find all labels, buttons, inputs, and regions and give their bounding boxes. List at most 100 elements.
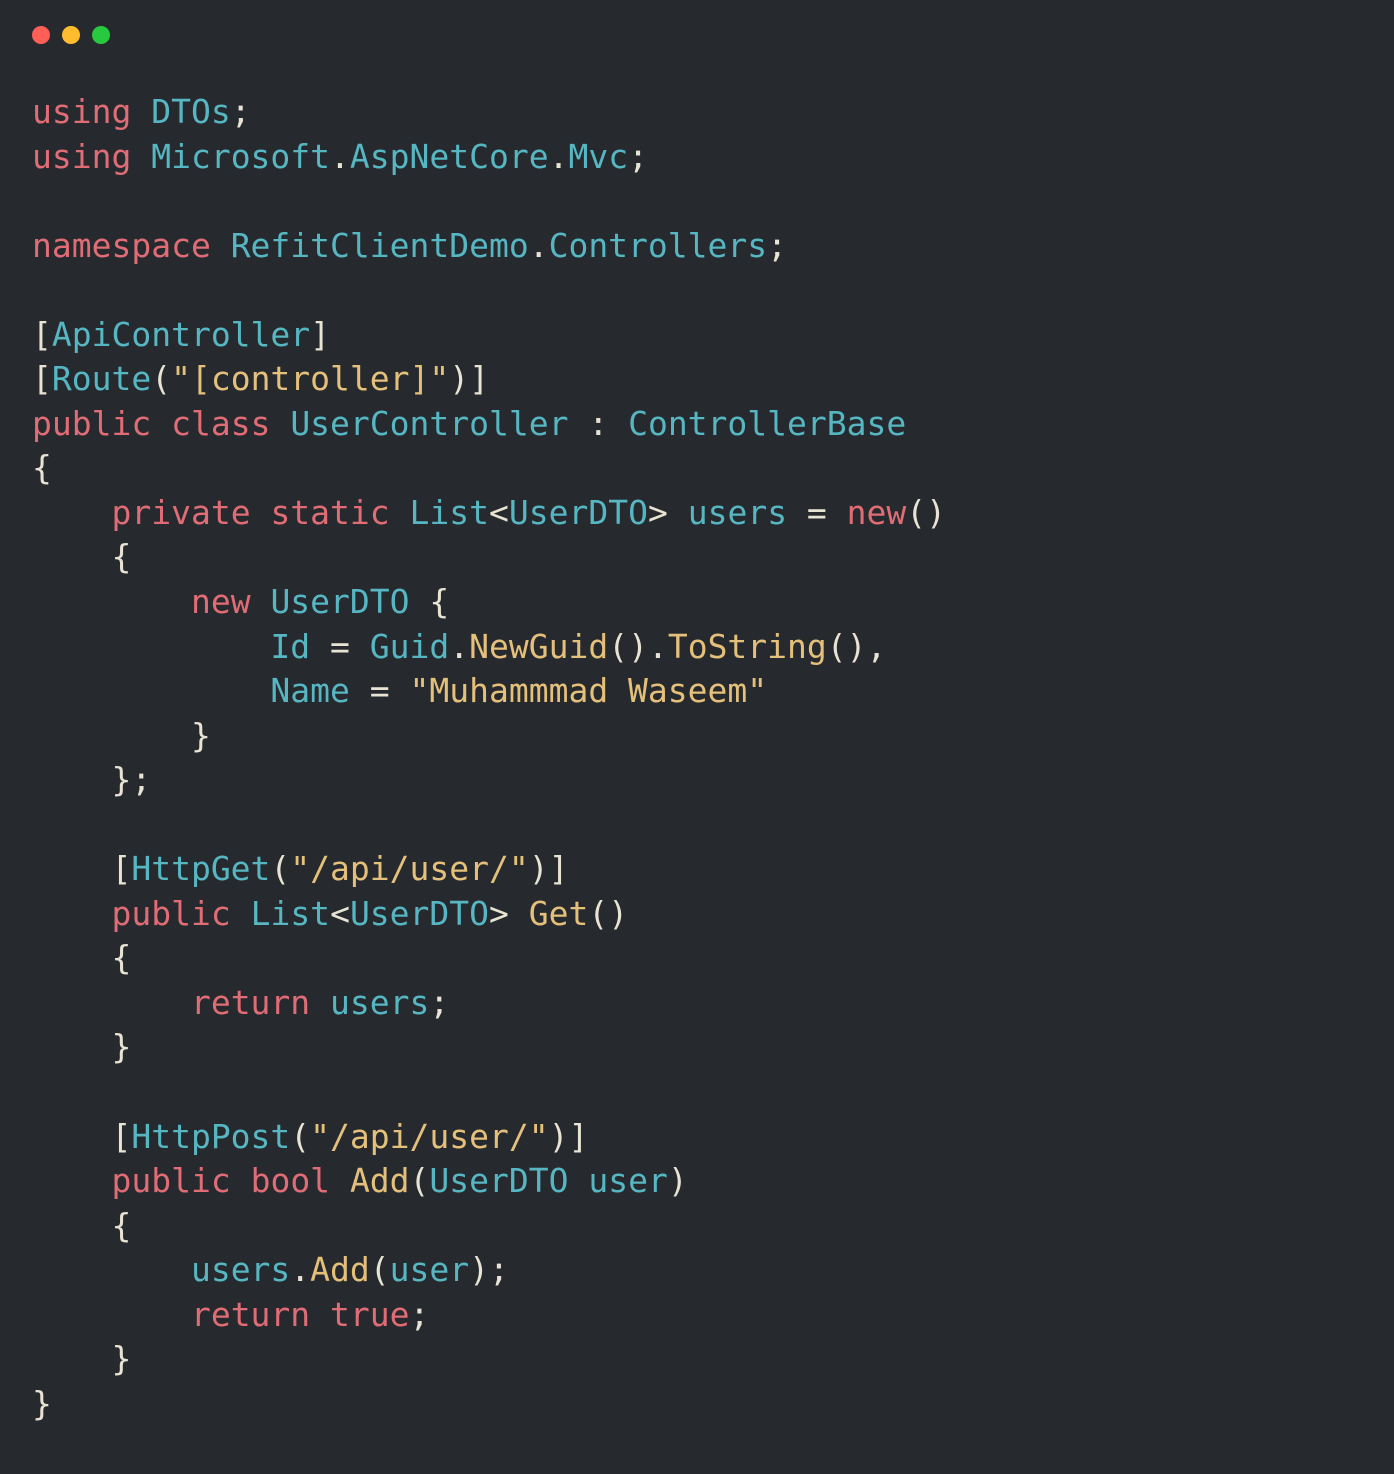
code-token: UserDTO [270, 582, 409, 621]
code-token [151, 404, 171, 443]
code-line: } [32, 714, 1362, 759]
code-token: = [787, 493, 847, 532]
code-line: using Microsoft.AspNetCore.Mvc; [32, 135, 1362, 180]
code-token [251, 582, 271, 621]
code-line: { [32, 1204, 1362, 1249]
code-token: { [410, 582, 450, 621]
code-token [211, 226, 231, 265]
minimize-icon[interactable] [62, 26, 80, 44]
code-token: } [32, 1339, 131, 1378]
code-line: { [32, 936, 1362, 981]
code-token: ControllerBase [628, 404, 906, 443]
code-token [569, 1161, 589, 1200]
code-token: DTOs [151, 92, 230, 131]
code-token [32, 1250, 191, 1289]
code-token: Add [310, 1250, 370, 1289]
code-token [32, 983, 191, 1022]
code-token [32, 627, 270, 666]
code-token: )] [449, 359, 489, 398]
code-line: [HttpGet("/api/user/")] [32, 847, 1362, 892]
code-token: HttpPost [131, 1117, 290, 1156]
code-token: Name [270, 671, 349, 710]
code-token: new [191, 582, 251, 621]
code-token: } [32, 1027, 131, 1066]
code-line: public class UserController : Controller… [32, 402, 1362, 447]
code-token: = [310, 627, 370, 666]
code-token: List [410, 493, 489, 532]
code-token: ; [628, 137, 648, 176]
code-token: AspNetCore [350, 137, 549, 176]
code-token: users [191, 1250, 290, 1289]
code-token: user [390, 1250, 469, 1289]
code-token [310, 983, 330, 1022]
code-token: UserDTO [350, 894, 489, 933]
code-line: Id = Guid.NewGuid().ToString(), [32, 625, 1362, 670]
window-titlebar [0, 0, 1394, 60]
code-token: ; [410, 1295, 430, 1334]
code-token [32, 1295, 191, 1334]
code-token: [ [32, 315, 52, 354]
code-token: () [588, 894, 628, 933]
code-token: = [350, 671, 410, 710]
code-token: ( [370, 1250, 390, 1289]
code-token: ] [310, 315, 330, 354]
code-token: ) [668, 1161, 688, 1200]
code-token: { [32, 1206, 131, 1245]
code-line: [Route("[controller]")] [32, 357, 1362, 402]
code-token: ; [767, 226, 787, 265]
code-token [131, 137, 151, 176]
code-line: public bool Add(UserDTO user) [32, 1159, 1362, 1204]
code-line [32, 268, 1362, 313]
code-token: using [32, 92, 131, 131]
code-token: Get [529, 894, 589, 933]
code-token [390, 493, 410, 532]
code-line: using DTOs; [32, 90, 1362, 135]
code-token: Id [270, 627, 310, 666]
code-token: UserDTO [429, 1161, 568, 1200]
code-token: users [330, 983, 429, 1022]
code-line: { [32, 446, 1362, 491]
code-token [251, 493, 271, 532]
code-token: UserController [290, 404, 568, 443]
code-token: [ [32, 849, 131, 888]
code-token: user [588, 1161, 667, 1200]
code-token: (). [608, 627, 668, 666]
code-token: { [32, 537, 131, 576]
code-token: Controllers [549, 226, 768, 265]
code-token [231, 894, 251, 933]
code-token: Guid [370, 627, 449, 666]
maximize-icon[interactable] [92, 26, 110, 44]
code-token [131, 92, 151, 131]
code-token: () [906, 493, 946, 532]
code-token: ( [151, 359, 171, 398]
code-token: HttpGet [131, 849, 270, 888]
close-icon[interactable] [32, 26, 50, 44]
code-token: public [32, 404, 151, 443]
code-token [32, 894, 111, 933]
code-token: class [171, 404, 270, 443]
code-token: ; [231, 92, 251, 131]
code-token: namespace [32, 226, 211, 265]
code-token: return [191, 983, 310, 1022]
code-token [32, 582, 191, 621]
code-token: "[controller]" [171, 359, 449, 398]
code-line: return users; [32, 981, 1362, 1026]
code-token: ApiController [52, 315, 310, 354]
code-line: new UserDTO { [32, 580, 1362, 625]
code-token: [ [32, 359, 52, 398]
code-token: > [648, 493, 688, 532]
code-token: ( [270, 849, 290, 888]
code-token: static [270, 493, 389, 532]
code-token: : [568, 404, 628, 443]
code-token: . [529, 226, 549, 265]
code-token: { [32, 938, 131, 977]
code-token: public [111, 894, 230, 933]
code-line [32, 179, 1362, 224]
code-line [32, 1070, 1362, 1115]
code-token: UserDTO [509, 493, 648, 532]
code-token: "/api/user/" [290, 849, 528, 888]
code-token: < [330, 894, 350, 933]
code-token: using [32, 137, 131, 176]
code-token: { [32, 448, 52, 487]
code-token [270, 404, 290, 443]
